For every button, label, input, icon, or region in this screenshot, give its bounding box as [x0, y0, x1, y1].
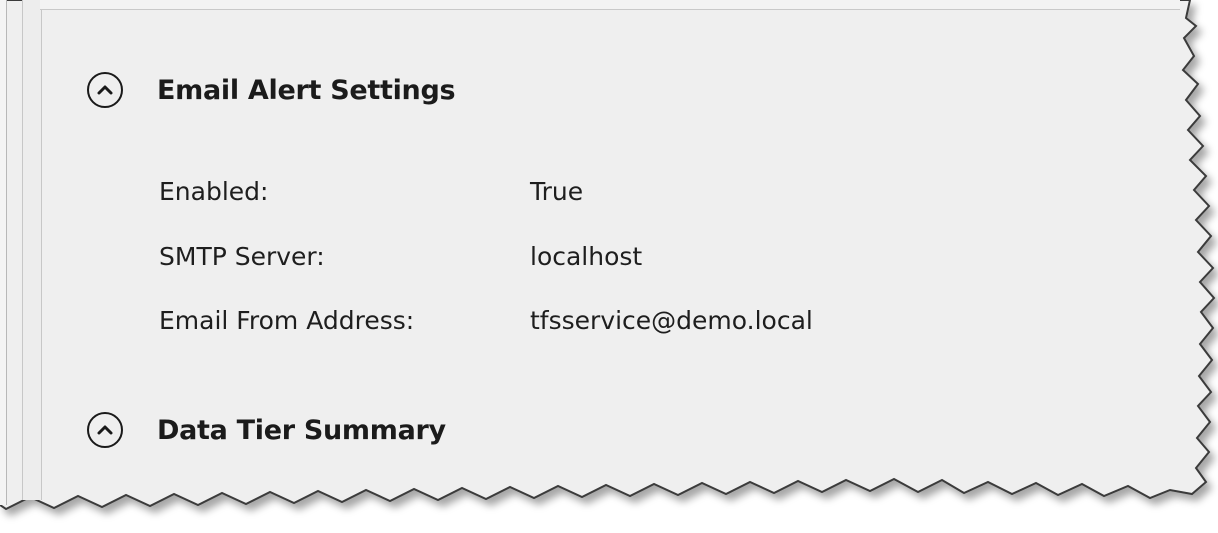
chevron-up-icon: [97, 85, 113, 95]
property-label-smtp-server: SMTP Server:: [159, 242, 325, 271]
screenshot-excerpt: Email Alert Settings Enabled: True SMTP …: [0, 0, 1218, 533]
collapse-email-alert-settings-button[interactable]: [87, 72, 123, 108]
property-value-enabled: True: [530, 177, 584, 206]
property-label-email-from-address: Email From Address:: [159, 306, 415, 335]
section-title-data-tier-summary: Data Tier Summary: [157, 414, 446, 446]
previous-section-edge: [40, 0, 1180, 10]
property-value-smtp-server: localhost: [530, 242, 643, 271]
property-label-enabled: Enabled:: [159, 177, 269, 206]
collapse-data-tier-summary-button[interactable]: [87, 412, 123, 448]
section-title-email-alert-settings: Email Alert Settings: [157, 74, 456, 106]
data-tier-summary-header[interactable]: Data Tier Summary: [87, 412, 446, 448]
property-value-email-from-address: tfsservice@demo.local: [530, 306, 813, 335]
left-pane-splitter[interactable]: [22, 0, 42, 500]
email-alert-settings-header[interactable]: Email Alert Settings: [87, 72, 456, 108]
left-border-strip: [0, 0, 7, 505]
chevron-up-icon: [97, 425, 113, 435]
